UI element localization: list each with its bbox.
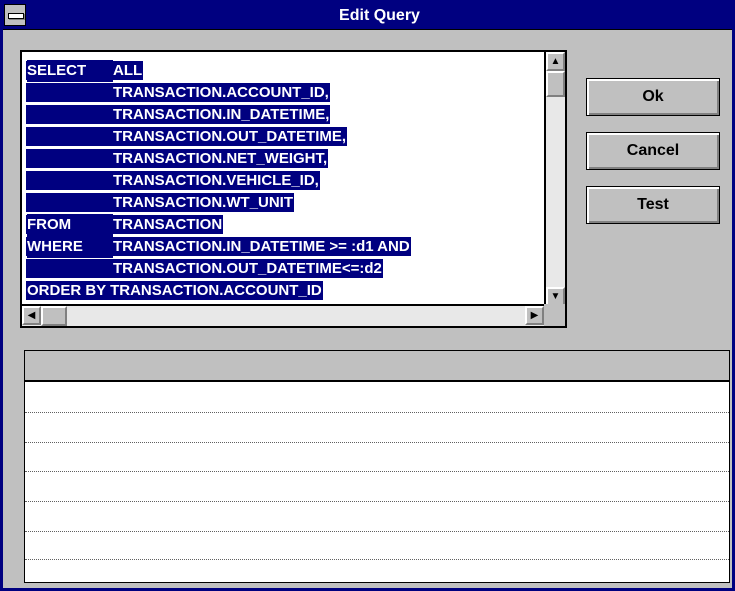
vertical-scrollbar[interactable]: ▲ ▼ xyxy=(544,52,565,306)
sql-line-text: TRANSACTION.VEHICLE_ID, xyxy=(26,171,320,190)
sql-line-text: SELECT ALL xyxy=(26,60,144,82)
sql-text-segment: TRANSACTION.OUT_DATETIME<=:d2 xyxy=(113,260,382,277)
table-row[interactable] xyxy=(25,531,729,533)
sql-line-text: FROM TRANSACTION xyxy=(26,214,224,236)
sql-line-text: WHERE TRANSACTION.IN_DATETIME >= :d1 AND xyxy=(26,236,411,258)
window-title: Edit Query xyxy=(339,7,420,24)
sql-line-text: TRANSACTION.OUT_DATETIME<=:d2 xyxy=(26,259,383,278)
system-menu-button[interactable] xyxy=(4,4,26,26)
sql-line: TRANSACTION.OUT_DATETIME<=:d2 xyxy=(26,258,536,280)
sql-text-segment: TRANSACTION.IN_DATETIME, xyxy=(113,106,330,123)
sql-line: SELECT ALL xyxy=(26,60,536,82)
sql-text-segment: TRANSACTION xyxy=(113,216,223,233)
results-grid[interactable] xyxy=(24,350,730,583)
table-row[interactable] xyxy=(25,559,729,561)
sql-text[interactable]: SELECT ALL TRANSACTION.ACCOUNT_ID, TRANSACT… xyxy=(26,60,536,300)
sql-line: TRANSACTION.NET_WEIGHT, xyxy=(26,148,536,170)
sql-line-text: TRANSACTION.OUT_DATETIME, xyxy=(26,127,348,146)
table-row[interactable] xyxy=(25,442,729,444)
scrollbar-corner xyxy=(544,304,565,326)
sql-line: FROM TRANSACTION xyxy=(26,214,536,236)
vertical-scroll-thumb[interactable] xyxy=(546,71,565,97)
system-menu-icon xyxy=(8,13,24,19)
sql-line-text: ORDER BY TRANSACTION.ACCOUNT_ID xyxy=(26,281,323,300)
sql-line-text: TRANSACTION.NET_WEIGHT, xyxy=(26,149,329,168)
sql-text-segment: TRANSACTION.IN_DATETIME >= :d1 AND xyxy=(113,238,410,255)
sql-keyword: FROM xyxy=(27,214,113,236)
table-row[interactable] xyxy=(25,501,729,503)
edit-query-dialog: Edit Query SELECT ALL TRANSACTION.ACCOUNT_… xyxy=(0,0,735,591)
sql-line: ORDER BY TRANSACTION.ACCOUNT_ID xyxy=(26,280,536,300)
sql-text-segment: TRANSACTION.OUT_DATETIME, xyxy=(113,128,347,145)
sql-line: TRANSACTION.OUT_DATETIME, xyxy=(26,126,536,148)
sql-line: TRANSACTION.WT_UNIT xyxy=(26,192,536,214)
table-row[interactable] xyxy=(25,471,729,473)
test-button[interactable]: Test xyxy=(586,186,720,224)
arrow-left-icon[interactable]: ◀ xyxy=(22,306,41,325)
sql-keyword: WHERE xyxy=(27,236,113,258)
sql-line-text: TRANSACTION.WT_UNIT xyxy=(26,193,294,212)
title-bar: Edit Query xyxy=(3,3,732,30)
sql-text-segment: TRANSACTION.WT_UNIT xyxy=(113,194,293,211)
sql-text-segment: TRANSACTION.NET_WEIGHT, xyxy=(113,150,328,167)
cancel-button[interactable]: Cancel xyxy=(586,132,720,170)
sql-keyword: SELECT xyxy=(27,60,113,82)
sql-line: TRANSACTION.IN_DATETIME, xyxy=(26,104,536,126)
sql-text-segment: TRANSACTION.VEHICLE_ID, xyxy=(113,172,319,189)
sql-text-segment: ALL xyxy=(113,62,143,79)
sql-line: TRANSACTION.ACCOUNT_ID, xyxy=(26,82,536,104)
horizontal-scrollbar[interactable]: ◀ ▶ xyxy=(22,304,565,326)
ok-button[interactable]: Ok xyxy=(586,78,720,116)
arrow-right-icon[interactable]: ▶ xyxy=(525,306,544,325)
sql-line: WHERE TRANSACTION.IN_DATETIME >= :d1 AND xyxy=(26,236,536,258)
sql-editor[interactable]: SELECT ALL TRANSACTION.ACCOUNT_ID, TRANSACT… xyxy=(20,50,567,328)
sql-line-text: TRANSACTION.ACCOUNT_ID, xyxy=(26,83,330,102)
sql-text-segment: ORDER BY TRANSACTION.ACCOUNT_ID xyxy=(27,282,322,299)
horizontal-scroll-thumb[interactable] xyxy=(41,306,67,326)
table-row[interactable] xyxy=(25,412,729,414)
grid-header xyxy=(25,351,729,382)
sql-line-text: TRANSACTION.IN_DATETIME, xyxy=(26,105,331,124)
arrow-up-icon[interactable]: ▲ xyxy=(546,52,565,71)
sql-text-segment: TRANSACTION.ACCOUNT_ID, xyxy=(113,84,329,101)
sql-line: TRANSACTION.VEHICLE_ID, xyxy=(26,170,536,192)
